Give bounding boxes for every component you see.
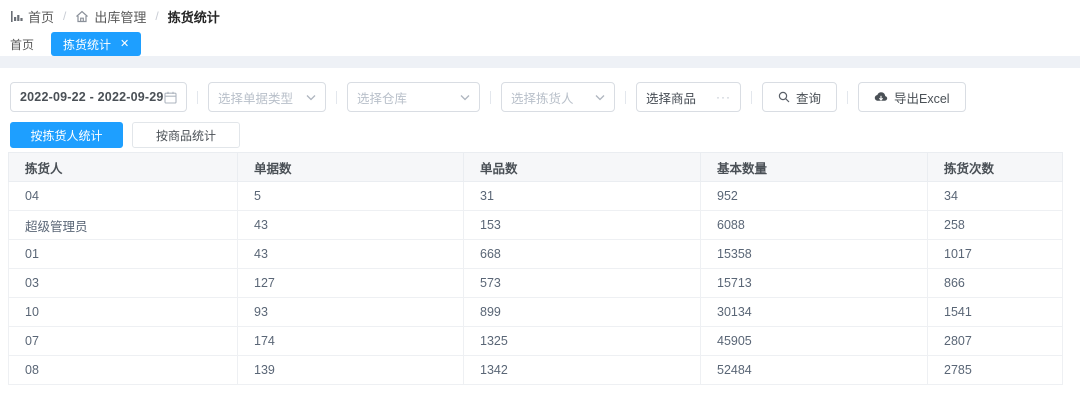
table-cell: 139: [238, 356, 464, 385]
table-cell: 573: [464, 269, 701, 298]
view-toggle: 按拣货人统计 按商品统计: [0, 122, 1080, 148]
table-body: 0453195234超级管理员4315360882580143668153581…: [9, 182, 1063, 385]
toggle-by-product-button[interactable]: 按商品统计: [132, 122, 240, 148]
column-header: 单品数: [464, 153, 701, 182]
table-cell: 258: [928, 211, 1063, 240]
column-header: 单据数: [238, 153, 464, 182]
breadcrumb-separator: /: [153, 9, 160, 23]
product-picker[interactable]: 选择商品 ···: [636, 82, 741, 112]
table-cell: 127: [238, 269, 464, 298]
doc-type-select[interactable]: 选择单据类型: [208, 82, 326, 112]
table-cell: 45905: [701, 327, 928, 356]
stats-table: 拣货人单据数单品数基本数量拣货次数 0453195234超级管理员4315360…: [8, 152, 1063, 385]
table-cell: 1342: [464, 356, 701, 385]
table-cell: 2785: [928, 356, 1063, 385]
column-header: 基本数量: [701, 153, 928, 182]
table-cell: 15358: [701, 240, 928, 269]
filter-divider: [751, 91, 752, 104]
filter-bar: 2022-09-22 - 2022-09-29 选择单据类型 选择仓库 选择拣货…: [0, 82, 1080, 112]
table-cell: 866: [928, 269, 1063, 298]
export-excel-label: 导出Excel: [894, 88, 950, 107]
date-range-value: 2022-09-22 - 2022-09-29: [20, 90, 164, 104]
breadcrumb-label: 首页: [28, 7, 54, 26]
breadcrumb-label: 出库管理: [94, 7, 146, 26]
search-button[interactable]: 查询: [762, 82, 837, 112]
doc-type-placeholder: 选择单据类型: [218, 88, 306, 107]
table-row[interactable]: 0143668153581017: [9, 240, 1063, 269]
stats-icon: [10, 10, 23, 23]
warehouse-placeholder: 选择仓库: [357, 88, 460, 107]
table-cell: 952: [701, 182, 928, 211]
table-cell: 6088: [701, 211, 928, 240]
content-panel: 2022-09-22 - 2022-09-29 选择单据类型 选择仓库 选择拣货…: [0, 68, 1080, 385]
breadcrumb-item-outbound[interactable]: 出库管理: [75, 7, 146, 26]
column-header: 拣货次数: [928, 153, 1063, 182]
breadcrumb-item-home[interactable]: 首页: [10, 7, 54, 26]
tab-picking-stats[interactable]: 拣货统计 ✕: [51, 32, 141, 56]
table-cell: 31: [464, 182, 701, 211]
table-cell: 43: [238, 240, 464, 269]
search-button-label: 查询: [796, 88, 821, 107]
home-icon: [75, 10, 89, 23]
table-cell: 1325: [464, 327, 701, 356]
table-cell: 174: [238, 327, 464, 356]
table-cell: 899: [464, 298, 701, 327]
table-row[interactable]: 0453195234: [9, 182, 1063, 211]
table-row[interactable]: 071741325459052807: [9, 327, 1063, 356]
table-cell: 30134: [701, 298, 928, 327]
table-header-row: 拣货人单据数单品数基本数量拣货次数: [9, 153, 1063, 182]
breadcrumb-item-current: 拣货统计: [168, 7, 220, 26]
table-cell: 03: [9, 269, 238, 298]
table-cell: 668: [464, 240, 701, 269]
stats-table-container: 拣货人单据数单品数基本数量拣货次数 0453195234超级管理员4315360…: [8, 152, 1063, 385]
export-excel-button[interactable]: 导出Excel: [858, 82, 966, 112]
product-picker-value: 选择商品: [646, 88, 716, 107]
table-cell: 43: [238, 211, 464, 240]
tab-home[interactable]: 首页: [10, 36, 34, 53]
picker-placeholder: 选择拣货人: [511, 88, 595, 107]
table-row[interactable]: 0312757315713866: [9, 269, 1063, 298]
table-cell: 93: [238, 298, 464, 327]
table-cell: 52484: [701, 356, 928, 385]
column-header: 拣货人: [9, 153, 238, 182]
table-cell: 34: [928, 182, 1063, 211]
table-cell: 2807: [928, 327, 1063, 356]
filter-divider: [847, 91, 848, 104]
table-cell: 07: [9, 327, 238, 356]
calendar-icon: [164, 91, 177, 104]
filter-divider: [490, 91, 491, 104]
toggle-by-picker-button[interactable]: 按拣货人统计: [10, 122, 123, 148]
page-tab-bar: 首页 拣货统计 ✕: [0, 32, 1080, 56]
table-cell: 153: [464, 211, 701, 240]
chevron-down-icon: [595, 94, 605, 101]
filter-divider: [336, 91, 337, 104]
table-cell: 超级管理员: [9, 211, 238, 240]
cloud-download-icon: [874, 91, 888, 103]
filter-divider: [625, 91, 626, 104]
table-cell: 5: [238, 182, 464, 211]
filter-divider: [197, 91, 198, 104]
table-cell: 15713: [701, 269, 928, 298]
table-cell: 1017: [928, 240, 1063, 269]
table-cell: 08: [9, 356, 238, 385]
breadcrumb-separator: /: [61, 9, 68, 23]
chevron-down-icon: [306, 94, 316, 101]
tab-label: 拣货统计: [63, 36, 111, 53]
chevron-down-icon: [460, 94, 470, 101]
table-cell: 10: [9, 298, 238, 327]
table-cell: 1541: [928, 298, 1063, 327]
breadcrumb: 首页 / 出库管理 / 拣货统计: [0, 0, 1080, 32]
table-row[interactable]: 1093899301341541: [9, 298, 1063, 327]
table-row[interactable]: 081391342524842785: [9, 356, 1063, 385]
table-cell: 04: [9, 182, 238, 211]
picker-select[interactable]: 选择拣货人: [501, 82, 615, 112]
date-range-input[interactable]: 2022-09-22 - 2022-09-29: [10, 82, 187, 112]
search-icon: [778, 91, 790, 103]
close-icon[interactable]: ✕: [120, 39, 129, 50]
warehouse-select[interactable]: 选择仓库: [347, 82, 480, 112]
content-spacer: [0, 56, 1080, 68]
table-cell: 01: [9, 240, 238, 269]
ellipsis-icon: ···: [716, 90, 731, 104]
table-row[interactable]: 超级管理员431536088258: [9, 211, 1063, 240]
